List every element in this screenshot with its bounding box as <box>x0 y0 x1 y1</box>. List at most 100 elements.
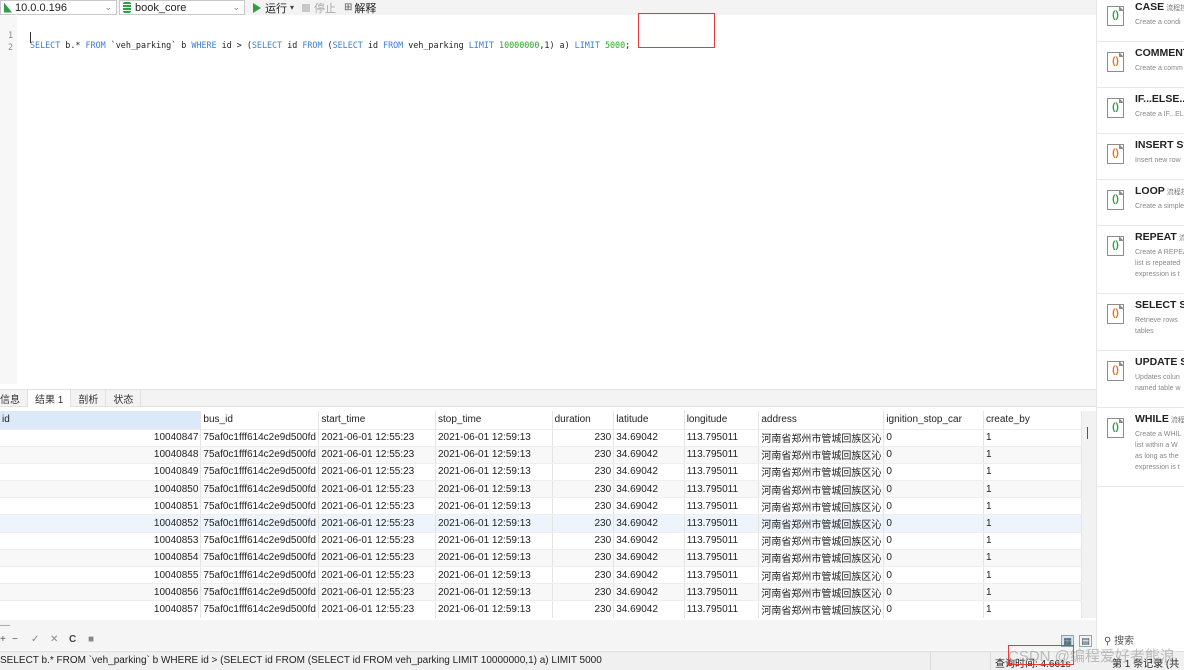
cell-latitude[interactable]: 34.69042 <box>613 463 685 482</box>
tab-profile[interactable]: 剖析 <box>71 390 107 407</box>
cell-create-by[interactable]: 1 <box>983 514 1082 533</box>
cell-duration[interactable]: 230 <box>552 429 615 447</box>
column-header-create-by[interactable]: create_by <box>983 411 1082 430</box>
cell-latitude[interactable]: 34.69042 <box>613 566 685 585</box>
cell-start-time[interactable]: 2021-06-01 12:55:23 <box>318 463 436 482</box>
cell-latitude[interactable]: 34.69042 <box>613 583 685 602</box>
column-header-address[interactable]: address <box>758 411 885 430</box>
cell-address[interactable]: 河南省郑州市管城回族区沁 <box>758 446 885 464</box>
cell-start-time[interactable]: 2021-06-01 12:55:23 <box>318 566 436 585</box>
cell-duration[interactable]: 230 <box>552 600 615 618</box>
table-row[interactable]: 10040848 75af0c1fff614c2e9d500fd 2021-06-0… <box>0 446 1082 464</box>
cell-longitude[interactable]: 113.795011 <box>684 514 760 533</box>
cell-stop-time[interactable]: 2021-06-01 12:59:13 <box>435 429 553 447</box>
cell-ignition-stop-car[interactable]: 0 <box>883 583 984 602</box>
cell-bus-id[interactable]: 75af0c1fff614c2e9d500fd <box>200 583 320 602</box>
column-header-duration[interactable]: duration <box>552 411 615 430</box>
cell-start-time[interactable]: 2021-06-01 12:55:23 <box>318 583 436 602</box>
cell-start-time[interactable]: 2021-06-01 12:55:23 <box>318 446 436 464</box>
cell-id[interactable]: 10040854 <box>0 549 202 568</box>
cell-bus-id[interactable]: 75af0c1fff614c2e9d500fd <box>200 446 320 464</box>
grid-scrollbar[interactable] <box>1082 411 1096 618</box>
cell-ignition-stop-car[interactable]: 0 <box>883 549 984 568</box>
snippet-item[interactable]: () REPEAT流程 Create A REPEA list is repeate… <box>1097 230 1184 294</box>
discard-icon[interactable]: ✕ <box>50 634 58 645</box>
cell-address[interactable]: 河南省郑州市管城回族区沁 <box>758 480 885 499</box>
cell-longitude[interactable]: 113.795011 <box>684 446 760 464</box>
cell-address[interactable]: 河南省郑州市管城回族区沁 <box>758 463 885 482</box>
cell-bus-id[interactable]: 75af0c1fff614c2e9d500fd <box>200 429 320 447</box>
stop-button[interactable]: 停止 <box>302 0 336 16</box>
cell-stop-time[interactable]: 2021-06-01 12:59:13 <box>435 514 553 533</box>
cell-latitude[interactable]: 34.69042 <box>613 446 685 464</box>
cell-address[interactable]: 河南省郑州市管城回族区沁 <box>758 566 885 585</box>
cell-id[interactable]: 10040855 <box>0 566 202 585</box>
cell-start-time[interactable]: 2021-06-01 12:55:23 <box>318 514 436 533</box>
tab-status[interactable]: 状态 <box>106 390 142 407</box>
table-row[interactable]: 10040855 75af0c1fff614c2e9d500fd 2021-06-0… <box>0 566 1082 585</box>
caret-down-icon[interactable]: ▾ <box>290 3 294 12</box>
cell-bus-id[interactable]: 75af0c1fff614c2e9d500fd <box>200 566 320 585</box>
table-row[interactable]: 10040850 75af0c1fff614c2e9d500fd 2021-06-0… <box>0 480 1082 499</box>
cell-id[interactable]: 10040848 <box>0 446 202 464</box>
cell-duration[interactable]: 230 <box>552 583 615 602</box>
cell-duration[interactable]: 230 <box>552 480 615 499</box>
cell-duration[interactable]: 230 <box>552 446 615 464</box>
cell-create-by[interactable]: 1 <box>983 480 1082 499</box>
cell-stop-time[interactable]: 2021-06-01 12:59:13 <box>435 566 553 585</box>
column-header-start-time[interactable]: start_time <box>318 411 436 430</box>
cell-latitude[interactable]: 34.69042 <box>613 514 685 533</box>
cell-duration[interactable]: 230 <box>552 514 615 533</box>
cell-address[interactable]: 河南省郑州市管城回族区沁 <box>758 497 885 516</box>
snippet-item[interactable]: () UPDATE S Updates colun named table w <box>1097 355 1184 408</box>
apply-icon[interactable]: ✓ <box>31 634 39 645</box>
cell-longitude[interactable]: 113.795011 <box>684 497 760 516</box>
tab-info[interactable]: 信息 <box>0 390 28 407</box>
scrollbar-thumb[interactable] <box>1087 427 1088 439</box>
cell-create-by[interactable]: 1 <box>983 532 1082 550</box>
snippet-item[interactable]: () LOOP流程控 Create a simple <box>1097 184 1184 226</box>
table-row[interactable]: 10040851 75af0c1fff614c2e9d500fd 2021-06-0… <box>0 497 1082 516</box>
table-row[interactable]: 10040856 75af0c1fff614c2e9d500fd 2021-06-0… <box>0 583 1082 602</box>
add-row-icon[interactable]: + <box>0 634 6 645</box>
cell-duration[interactable]: 230 <box>552 463 615 482</box>
snippet-item[interactable]: () SELECT Sy Retrieve rows tables <box>1097 298 1184 351</box>
cell-bus-id[interactable]: 75af0c1fff614c2e9d500fd <box>200 532 320 550</box>
cell-create-by[interactable]: 1 <box>983 549 1082 568</box>
cell-latitude[interactable]: 34.69042 <box>613 497 685 516</box>
cell-address[interactable]: 河南省郑州市管城回族区沁 <box>758 429 885 447</box>
tab-result-1[interactable]: 结果 1 <box>28 390 72 407</box>
connection-select[interactable]: 10.0.0.196 ⌄ <box>0 0 117 15</box>
cell-duration[interactable]: 230 <box>552 566 615 585</box>
cell-id[interactable]: 10040847 <box>0 429 202 447</box>
column-header-id[interactable]: id <box>0 411 202 430</box>
cell-stop-time[interactable]: 2021-06-01 12:59:13 <box>435 549 553 568</box>
column-header-longitude[interactable]: longitude <box>684 411 760 430</box>
snippet-item[interactable]: () INSERT Sy Insert new row <box>1097 138 1184 180</box>
cell-latitude[interactable]: 34.69042 <box>613 549 685 568</box>
cell-longitude[interactable]: 113.795011 <box>684 532 760 550</box>
cell-address[interactable]: 河南省郑州市管城回族区沁 <box>758 583 885 602</box>
cell-id[interactable]: 10040853 <box>0 532 202 550</box>
cell-bus-id[interactable]: 75af0c1fff614c2e9d500fd <box>200 463 320 482</box>
cell-latitude[interactable]: 34.69042 <box>613 600 685 618</box>
cell-stop-time[interactable]: 2021-06-01 12:59:13 <box>435 446 553 464</box>
explain-button[interactable]: ⊞ 解释 <box>344 0 376 16</box>
cell-ignition-stop-car[interactable]: 0 <box>883 497 984 516</box>
cell-start-time[interactable]: 2021-06-01 12:55:23 <box>318 480 436 499</box>
snippet-item[interactable]: () WHILE 流程 Create a WHIL list within a W a… <box>1097 412 1184 487</box>
cell-id[interactable]: 10040850 <box>0 480 202 499</box>
cell-id[interactable]: 10040856 <box>0 583 202 602</box>
cell-ignition-stop-car[interactable]: 0 <box>883 532 984 550</box>
cell-bus-id[interactable]: 75af0c1fff614c2e9d500fd <box>200 600 320 618</box>
cell-create-by[interactable]: 1 <box>983 566 1082 585</box>
table-row[interactable]: 10040847 75af0c1fff614c2e9d500fd 2021-06-0… <box>0 429 1082 447</box>
table-row[interactable]: 10040857 75af0c1fff614c2e9d500fd 2021-06-0… <box>0 600 1082 618</box>
sql-editor[interactable]: 1 SELECT b.* FROM `veh_parking` b WHERE … <box>0 13 1096 384</box>
table-row[interactable]: 10040853 75af0c1fff614c2e9d500fd 2021-06-0… <box>0 532 1082 550</box>
cell-start-time[interactable]: 2021-06-01 12:55:23 <box>318 549 436 568</box>
cell-id[interactable]: 10040851 <box>0 497 202 516</box>
cell-longitude[interactable]: 113.795011 <box>684 480 760 499</box>
cell-id[interactable]: 10040857 <box>0 600 202 618</box>
table-row[interactable]: 10040852 75af0c1fff614c2e9d500fd 2021-06-0… <box>0 514 1082 533</box>
